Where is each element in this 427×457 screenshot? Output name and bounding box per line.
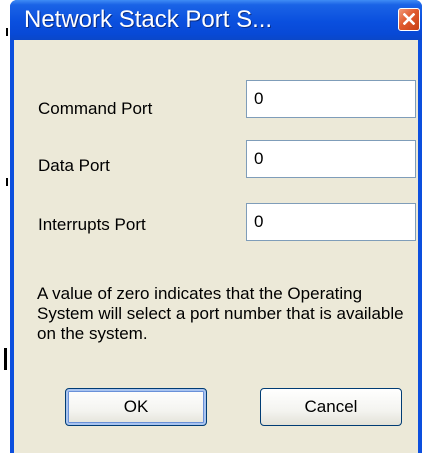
data-port-input[interactable]: 0	[246, 140, 416, 178]
interrupts-port-input[interactable]: 0	[246, 203, 416, 241]
data-port-label: Data Port	[38, 156, 110, 175]
ok-button[interactable]: OK	[65, 388, 207, 426]
command-port-input[interactable]: 0	[246, 80, 416, 118]
close-button[interactable]	[398, 8, 420, 31]
info-text: A value of zero indicates that the Opera…	[37, 284, 404, 343]
command-port-label: Command Port	[38, 99, 153, 118]
title-bar[interactable]: Network Stack Port S...	[10, 0, 422, 40]
background-edge	[4, 348, 7, 370]
cancel-button[interactable]: Cancel	[260, 388, 402, 426]
background-edge	[6, 28, 8, 36]
dialog-body: Command Port 0 Data Port 0 Interrupts Po…	[14, 40, 418, 453]
close-icon	[403, 13, 415, 25]
dialog-window: Network Stack Port S... Command Port 0 D…	[10, 0, 422, 453]
dialog-title: Network Stack Port S...	[24, 6, 273, 33]
interrupts-port-label: Interrupts Port	[38, 215, 146, 234]
background-edge	[6, 178, 8, 186]
